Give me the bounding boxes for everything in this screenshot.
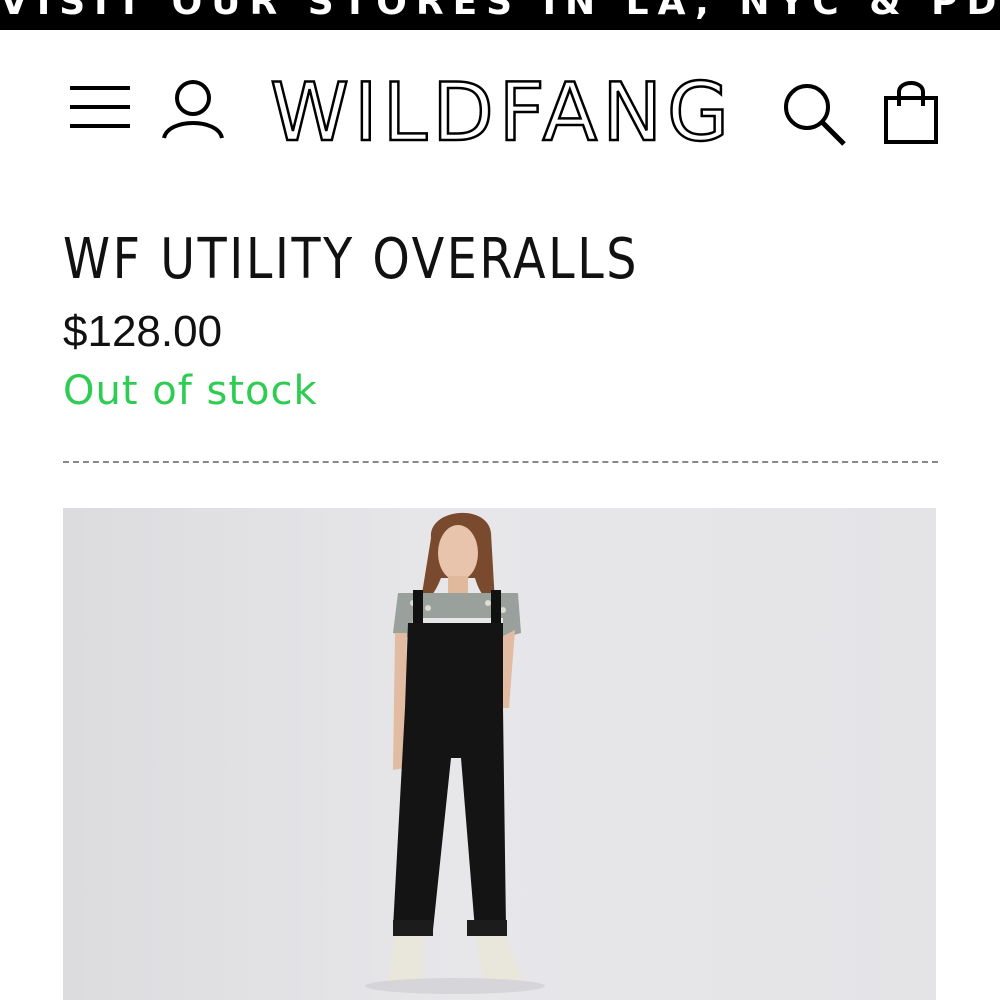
site-header: WILDFANG [0,30,1000,200]
cart-icon[interactable] [882,78,940,146]
stock-status: Out of stock [63,368,318,414]
account-icon[interactable] [160,76,226,142]
wildfang-logo[interactable]: WILDFANG [262,66,742,159]
product-title: WF UTILITY OVERALLS [63,227,640,292]
section-divider [63,461,938,463]
product-image[interactable] [63,508,936,1000]
menu-icon[interactable] [68,82,132,138]
model-figure [365,512,545,994]
promo-text: VISIT OUR STORES IN LA, NYC & PDX. [0,0,1000,23]
search-icon[interactable] [780,80,850,150]
product-price: $128.00 [63,307,223,356]
promo-banner[interactable]: VISIT OUR STORES IN LA, NYC & PDX. [0,0,1000,30]
